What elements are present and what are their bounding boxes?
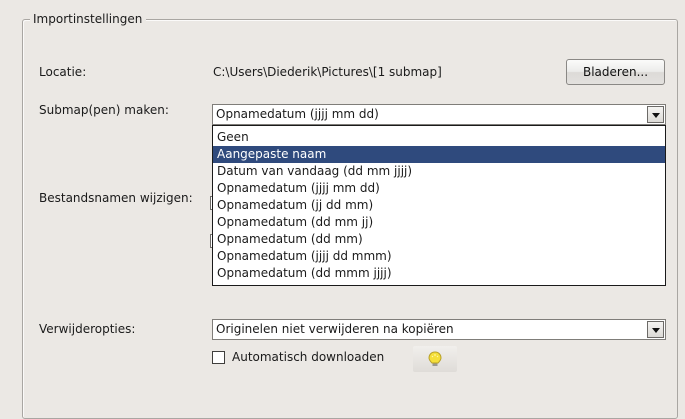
dropdown-option-datum-van-vandaag[interactable]: Datum van vandaag (dd mm jjjj) [213, 163, 665, 180]
chevron-down-icon[interactable] [647, 321, 664, 338]
auto-download-checkbox[interactable] [212, 351, 225, 364]
dropdown-option-jjjj-dd-mmm[interactable]: Opnamedatum (jjjj dd mmm) [213, 248, 665, 265]
tip-button[interactable] [413, 346, 457, 372]
subfolder-label: Submap(pen) maken: [39, 103, 169, 117]
dropdown-option-dd-mm[interactable]: Opnamedatum (dd mm) [213, 231, 665, 248]
subfolder-select-value: Opnamedatum (jjjj mm dd) [216, 107, 379, 121]
lightbulb-icon [428, 351, 442, 366]
location-label: Locatie: [39, 65, 87, 79]
subfolder-dropdown-list[interactable]: Geen Aangepaste naam Datum van vandaag (… [212, 125, 666, 286]
delete-options-label: Verwijderopties: [39, 322, 136, 336]
subfolder-select[interactable]: Opnamedatum (jjjj mm dd) [212, 104, 666, 125]
dropdown-option-jj-dd-mm[interactable]: Opnamedatum (jj dd mm) [213, 197, 665, 214]
delete-options-select[interactable]: Originelen niet verwijderen na kopiëren [212, 319, 666, 340]
auto-download-label[interactable]: Automatisch downloaden [232, 349, 384, 365]
chevron-down-icon[interactable] [647, 106, 664, 123]
dropdown-option-dd-mmm-jjjj[interactable]: Opnamedatum (dd mmm jjjj) [213, 265, 665, 282]
dropdown-option-geen[interactable]: Geen [213, 129, 665, 146]
delete-options-select-value: Originelen niet verwijderen na kopiëren [216, 322, 454, 336]
dropdown-option-jjjj-mm-dd[interactable]: Opnamedatum (jjjj mm dd) [213, 180, 665, 197]
dropdown-option-aangepaste-naam[interactable]: Aangepaste naam [213, 146, 665, 163]
browse-button[interactable]: Bladeren... [566, 59, 665, 85]
dropdown-option-dd-mm-jj[interactable]: Opnamedatum (dd mm jj) [213, 214, 665, 231]
rename-label: Bestandsnamen wijzigen: [39, 191, 193, 205]
location-path: C:\Users\Diederik\Pictures\[1 submap] [213, 65, 442, 79]
group-title: Importinstellingen [30, 11, 147, 27]
